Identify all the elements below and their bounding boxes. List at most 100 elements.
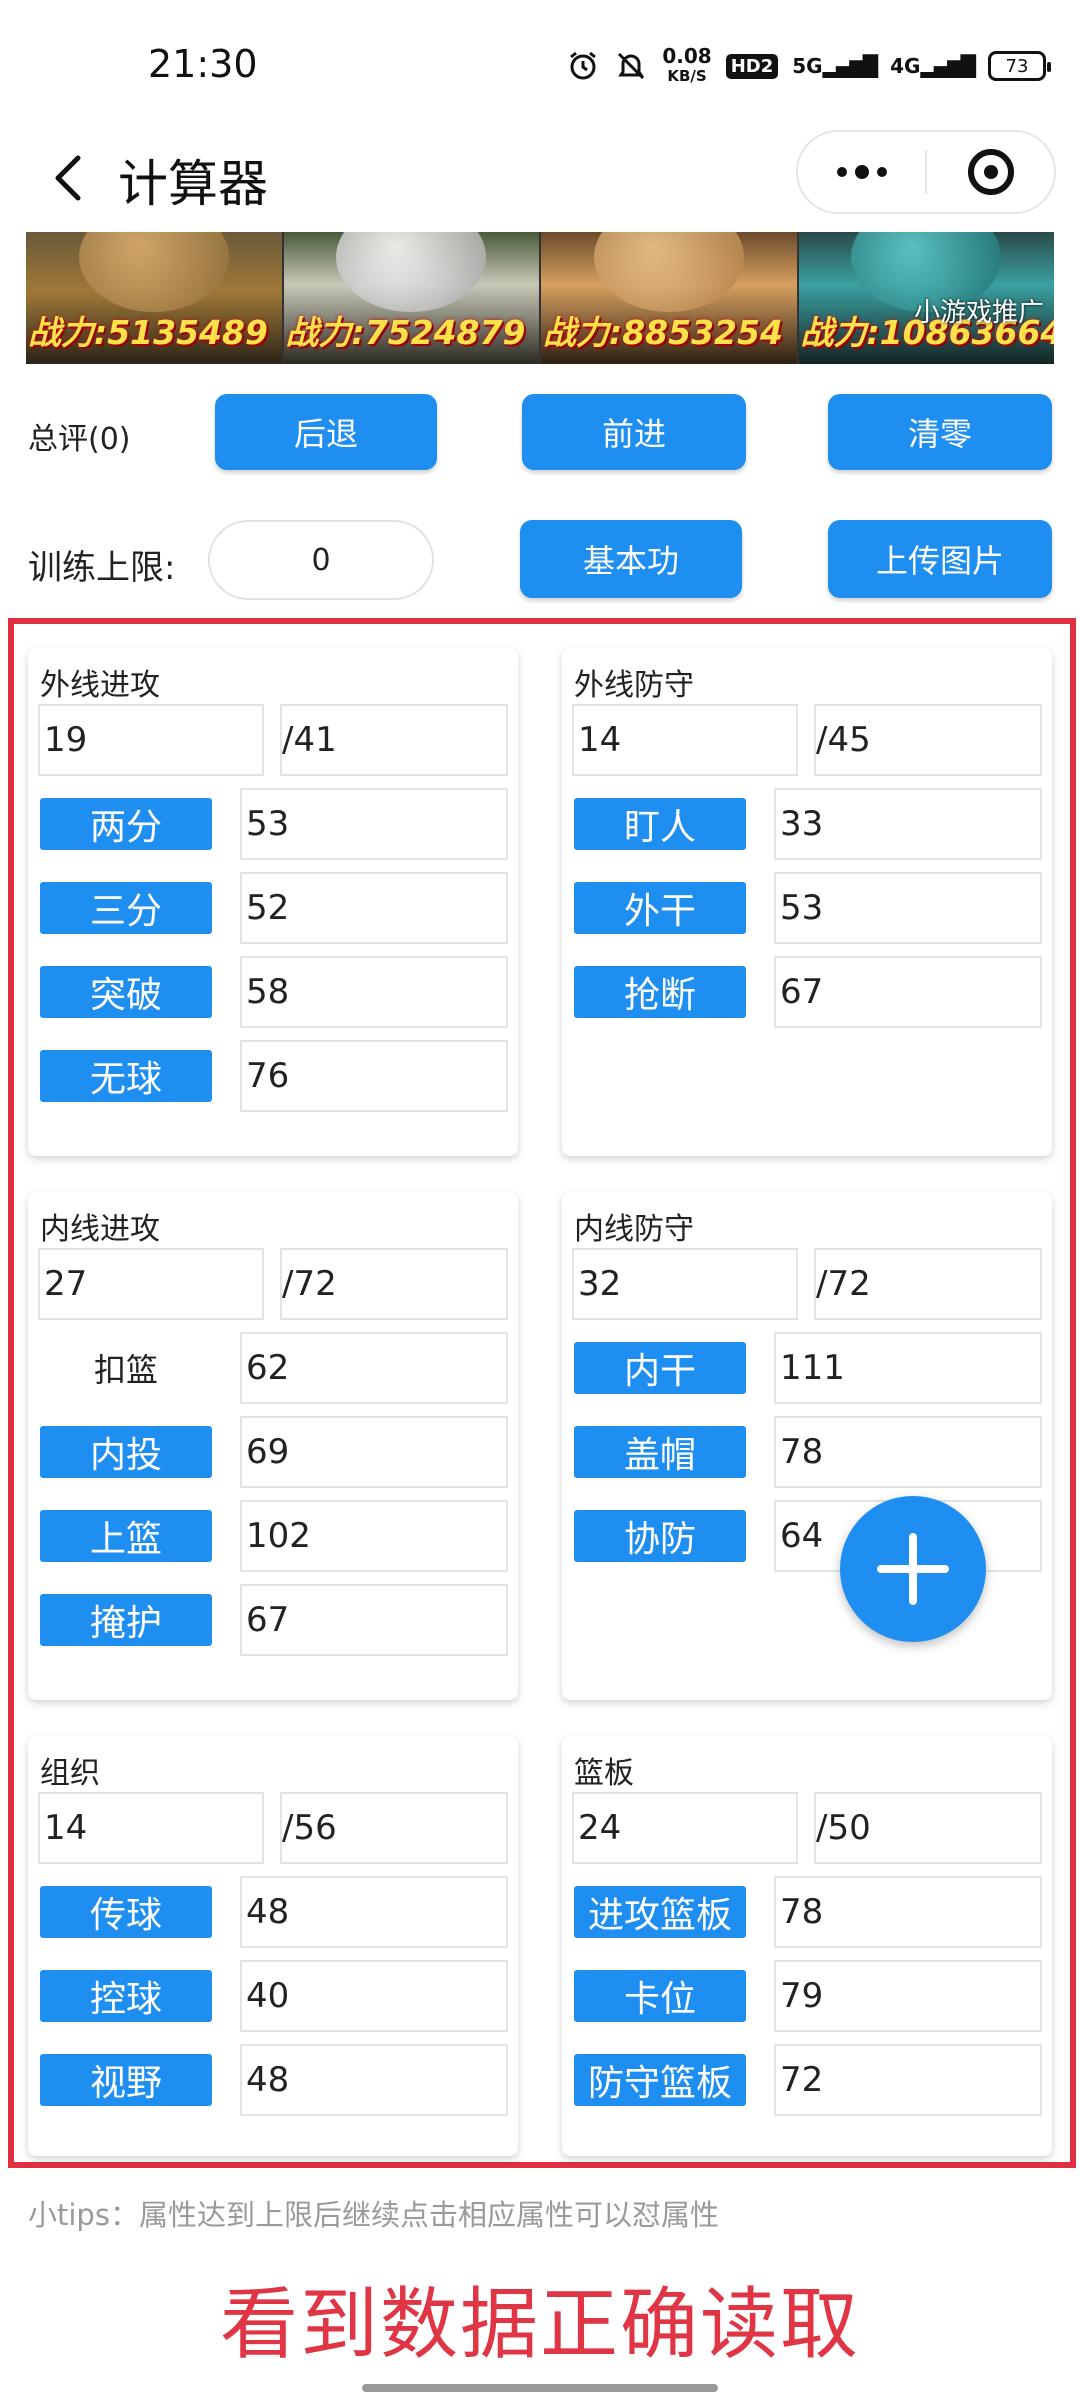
home-indicator[interactable] <box>362 2384 718 2392</box>
max-points-field[interactable]: /50 <box>814 1792 1042 1864</box>
mute-bell-icon <box>614 49 648 83</box>
attr-value-field[interactable]: 62 <box>240 1332 508 1404</box>
current-points-field[interactable]: 27 <box>38 1248 264 1320</box>
attr-button-steal[interactable]: 抢断 <box>574 966 746 1018</box>
attr-value-field[interactable]: 79 <box>774 1960 1042 2032</box>
max-points-field[interactable]: /56 <box>280 1792 508 1864</box>
stat-card-inside-offense: 内线进攻 27 /72 扣篮 62 内投 69 上篮 102 掩护 67 <box>28 1192 518 1700</box>
status-icons: 0.08 KB/S HD2 5G▂▄▆█ 4G▂▄▆█ 73 <box>566 46 1051 86</box>
current-points-field[interactable]: 14 <box>572 704 798 776</box>
title-bar: 计算器 <box>0 130 1080 230</box>
attr-button-passing[interactable]: 传球 <box>40 1886 212 1938</box>
banner-tile: 战力:7524879 <box>283 232 541 364</box>
add-fab-button[interactable] <box>840 1496 986 1642</box>
mini-program-capsule <box>796 130 1056 214</box>
attr-value-field[interactable]: 53 <box>240 788 508 860</box>
signal-4g-icon: 4G▂▄▆█ <box>890 54 976 78</box>
banner-tile: 战力:8853254 <box>541 232 799 364</box>
banner-power-text: 战力:8853254 <box>543 313 783 352</box>
target-icon <box>967 149 1014 195</box>
close-mini-program-button[interactable] <box>927 132 1054 212</box>
net-speed-value: 0.08 <box>662 44 712 68</box>
attr-button-off-ball[interactable]: 无球 <box>40 1050 212 1102</box>
max-points-field[interactable]: /72 <box>280 1248 508 1320</box>
back-arrow-icon[interactable] <box>40 148 100 208</box>
attr-button-defensive-rebound[interactable]: 防守篮板 <box>574 2054 746 2106</box>
max-points-field[interactable]: /72 <box>814 1248 1042 1320</box>
net-speed-unit: KB/S <box>667 67 707 85</box>
attr-button-help-defense[interactable]: 协防 <box>574 1510 746 1562</box>
attr-value-field[interactable]: 67 <box>240 1584 508 1656</box>
attr-button-three-point[interactable]: 三分 <box>40 882 212 934</box>
attr-button-dunk[interactable]: 扣篮 <box>40 1342 212 1394</box>
basic-skills-button[interactable]: 基本功 <box>520 520 742 598</box>
attr-value-field[interactable]: 78 <box>774 1876 1042 1948</box>
attr-value-field[interactable]: 33 <box>774 788 1042 860</box>
battery-icon: 73 <box>988 51 1051 81</box>
training-limit-input[interactable]: 0 <box>208 520 434 600</box>
card-title: 外线进攻 <box>40 668 160 703</box>
alarm-icon <box>566 49 600 83</box>
attr-button-offensive-rebound[interactable]: 进攻篮板 <box>574 1886 746 1938</box>
status-time: 21:30 <box>148 42 258 86</box>
attr-button-screen[interactable]: 掩护 <box>40 1594 212 1646</box>
stat-card-outside-offense: 外线进攻 19 /41 两分 53 三分 52 突破 58 无球 76 <box>28 648 518 1156</box>
attr-button-vision[interactable]: 视野 <box>40 2054 212 2106</box>
current-points-field[interactable]: 14 <box>38 1792 264 1864</box>
card-title: 内线进攻 <box>40 1212 160 1247</box>
attr-button-layup[interactable]: 上篮 <box>40 1510 212 1562</box>
forward-button[interactable]: 前进 <box>522 394 746 470</box>
banner-power-text: 战力:7524879 <box>285 313 526 352</box>
page-title: 计算器 <box>118 155 268 213</box>
banner-power-text: 战力:5135489 <box>28 313 268 352</box>
current-points-field[interactable]: 19 <box>38 704 264 776</box>
pet-image <box>336 232 487 312</box>
attr-button-ball-handling[interactable]: 控球 <box>40 1970 212 2022</box>
attr-value-field[interactable]: 53 <box>774 872 1042 944</box>
attr-value-field[interactable]: 102 <box>240 1500 508 1572</box>
hd-badge: HD2 <box>725 53 779 79</box>
attr-value-field[interactable]: 111 <box>774 1332 1042 1404</box>
attr-button-man-marking[interactable]: 盯人 <box>574 798 746 850</box>
attr-value-field[interactable]: 48 <box>240 2044 508 2116</box>
overlay-caption: 看到数据正确读取 <box>219 2280 860 2370</box>
upload-image-button[interactable]: 上传图片 <box>828 520 1052 598</box>
net-speed: 0.08 KB/S <box>662 46 711 86</box>
stat-card-outside-defense: 外线防守 14 /45 盯人 33 外干 53 抢断 67 <box>562 648 1052 1156</box>
pet-image <box>78 232 229 312</box>
back-button[interactable]: 后退 <box>215 394 437 470</box>
attr-button-box-out[interactable]: 卡位 <box>574 1970 746 2022</box>
attr-value-field[interactable]: 78 <box>774 1416 1042 1488</box>
stat-card-inside-defense: 内线防守 32 /72 内干 111 盖帽 78 协防 64 <box>562 1192 1052 1700</box>
attr-value-field[interactable]: 67 <box>774 956 1042 1028</box>
clear-button[interactable]: 清零 <box>828 394 1052 470</box>
pet-image <box>593 232 744 312</box>
attr-value-field[interactable]: 76 <box>240 1040 508 1112</box>
attr-value-field[interactable]: 69 <box>240 1416 508 1488</box>
attr-value-field[interactable]: 52 <box>240 872 508 944</box>
status-bar: 21:30 0.08 KB/S HD2 5G▂▄▆█ 4G▂▄▆█ 73 <box>0 0 1080 130</box>
current-points-field[interactable]: 24 <box>572 1792 798 1864</box>
attr-value-field[interactable]: 48 <box>240 1876 508 1948</box>
attr-button-post-shot[interactable]: 内投 <box>40 1426 212 1478</box>
card-title: 组织 <box>40 1756 100 1791</box>
tips-text: 小tips：属性达到上限后继续点击相应属性可以怼属性 <box>28 2198 719 2232</box>
ad-tag: 小游戏推广 <box>913 298 1044 328</box>
max-points-field[interactable]: /45 <box>814 704 1042 776</box>
attr-value-field[interactable]: 40 <box>240 1960 508 2032</box>
attr-button-perimeter-contest[interactable]: 外干 <box>574 882 746 934</box>
card-title: 篮板 <box>574 1756 634 1791</box>
attr-button-block[interactable]: 盖帽 <box>574 1426 746 1478</box>
attr-button-drive[interactable]: 突破 <box>40 966 212 1018</box>
attr-value-field[interactable]: 58 <box>240 956 508 1028</box>
attr-button-two-point[interactable]: 两分 <box>40 798 212 850</box>
card-title: 内线防守 <box>574 1212 694 1247</box>
plus-icon <box>877 1533 949 1605</box>
attr-value-field[interactable]: 72 <box>774 2044 1042 2116</box>
more-button[interactable] <box>798 132 925 212</box>
attr-button-interior-contest[interactable]: 内干 <box>574 1342 746 1394</box>
current-points-field[interactable]: 32 <box>572 1248 798 1320</box>
signal-5g-icon: 5G▂▄▆█ <box>792 54 878 78</box>
max-points-field[interactable]: /41 <box>280 704 508 776</box>
game-ad-banner[interactable]: 战力:5135489 战力:7524879 战力:8853254 战力:1086… <box>26 232 1054 364</box>
